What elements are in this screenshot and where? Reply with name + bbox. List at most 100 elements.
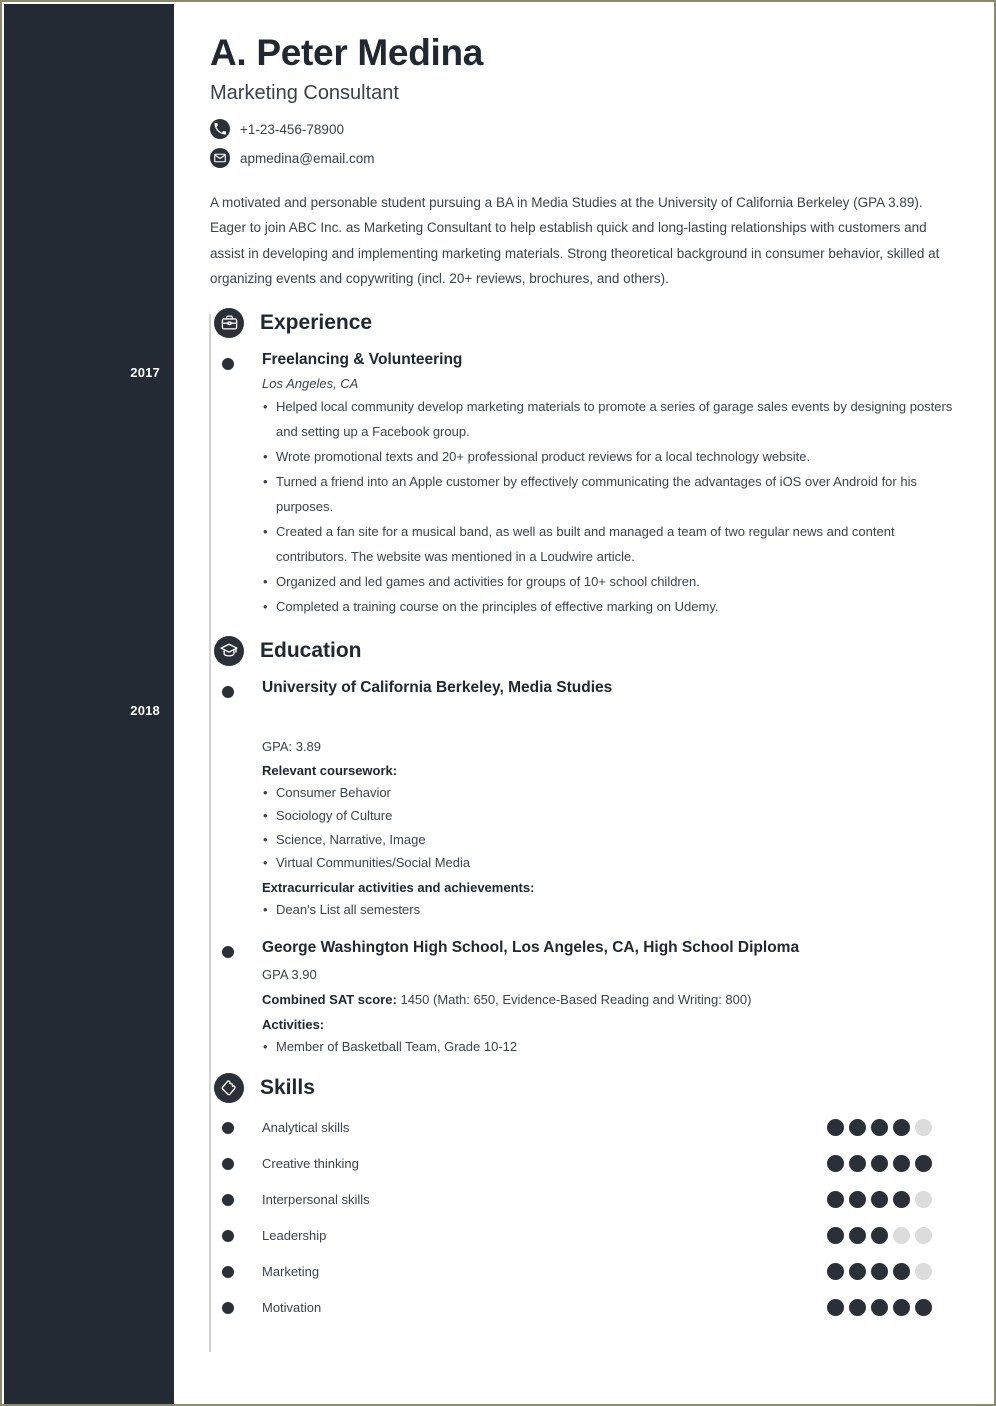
timeline-dot: [222, 686, 234, 698]
section-title-experience: Experience: [260, 310, 373, 334]
rating-dot: [827, 1191, 844, 1209]
list-item: Organized and led games and activities f…: [262, 570, 966, 595]
list-item: Sociology of Culture: [262, 805, 966, 826]
list-item: Completed a training course on the princ…: [262, 595, 966, 620]
coursework-list: Consumer BehaviorSociology of Culture Sci…: [262, 782, 966, 872]
skill-row: Analytical skills: [192, 1111, 966, 1145]
phone-icon: [210, 119, 230, 139]
skill-name: Analytical skills: [262, 1120, 350, 1136]
sidebar-year-experience: 2017: [130, 365, 160, 380]
skill-name: Creative thinking: [262, 1156, 359, 1172]
experience-bullets: Helped local community develop marketing…: [262, 395, 966, 620]
university-name: University of California Berkeley, Media…: [262, 679, 613, 696]
experience-entry: Freelancing & Volunteering Los Angeles, …: [192, 350, 966, 621]
sidebar-year-education: 2018: [130, 703, 160, 718]
section-header-skills: Skills: [192, 1071, 966, 1105]
rating-dot: [827, 1119, 844, 1137]
extracurricular-label: Extracurricular activities and achieveme…: [262, 879, 535, 895]
extracurricular-list: Dean's List all semesters: [262, 899, 966, 920]
skill-rating: [827, 1299, 932, 1317]
rating-dot: [915, 1155, 932, 1173]
education-entry-university: University of California Berkeley, Media…: [192, 678, 966, 920]
section-title-skills: Skills: [260, 1075, 315, 1099]
rating-dot: [893, 1299, 910, 1317]
contact-list: +1-23-456-78900 apmedina@email.com: [210, 119, 966, 168]
contact-email[interactable]: apmedina@email.com: [210, 148, 966, 168]
coursework-label: Relevant coursework:: [262, 763, 398, 779]
list-item: Created a fan site for a musical band, a…: [262, 520, 966, 570]
highschool-sat: Combined SAT score: 1450 (Math: 650, Evi…: [262, 990, 966, 1010]
rating-dot: [893, 1263, 910, 1281]
resume-content: A. Peter Medina Marketing Consultant +1-…: [174, 4, 994, 1404]
envelope-icon: [210, 148, 230, 168]
rating-dot: [893, 1155, 910, 1173]
timeline-dot: [222, 1301, 234, 1314]
rating-dot: [871, 1155, 888, 1173]
skill-row: Creative thinking: [192, 1147, 966, 1181]
skill-rating: [827, 1155, 932, 1173]
section-header-education: Education: [192, 634, 966, 668]
rating-dot: [871, 1299, 888, 1317]
list-item: Virtual Communities/Social Media: [262, 852, 966, 873]
skill-rating: [827, 1227, 932, 1245]
list-item: Turned a friend into an Apple customer b…: [262, 470, 966, 520]
timeline-dot: [222, 357, 234, 370]
highschool-gpa: GPA 3.90: [262, 966, 317, 982]
rating-dot: [849, 1227, 866, 1245]
education-entry-highschool: George Washington High School, Los Angel…: [192, 938, 966, 1057]
rating-dot: [915, 1191, 932, 1209]
sat-label: Combined SAT score:: [262, 992, 397, 1008]
rating-dot: [871, 1119, 888, 1137]
activities-list: Member of Basketball Team, Grade 10-12: [262, 1036, 966, 1057]
rating-dot: [893, 1119, 910, 1137]
skill-name: Leadership: [262, 1228, 327, 1244]
rating-dot: [915, 1263, 932, 1281]
skill-rating: [827, 1263, 932, 1281]
list-item: Wrote promotional texts and 20+ professi…: [262, 445, 966, 470]
briefcase-icon: [214, 307, 244, 338]
timeline-dot: [222, 1265, 234, 1278]
experience-job-title: Freelancing & Volunteering: [262, 350, 463, 368]
rating-dot: [849, 1119, 866, 1137]
job-title: Marketing Consultant: [210, 82, 399, 104]
rating-dot: [871, 1227, 888, 1245]
skill-row: Marketing: [192, 1255, 966, 1289]
skill-row: Interpersonal skills: [192, 1183, 966, 1217]
rating-dot: [827, 1227, 844, 1245]
rating-dot: [849, 1191, 866, 1209]
highschool-name: George Washington High School, Los Angel…: [262, 938, 800, 956]
contact-phone-value: +1-23-456-78900: [240, 121, 344, 137]
activities-label: Activities:: [262, 1016, 325, 1032]
rating-dot: [849, 1155, 866, 1173]
graduation-cap-icon: [214, 636, 244, 666]
list-item: Helped local community develop marketing…: [262, 395, 966, 445]
contact-email-value: apmedina@email.com: [240, 150, 375, 166]
rating-dot: [915, 1227, 932, 1245]
experience-location: Los Angeles, CA: [262, 376, 359, 392]
university-gpa: GPA: 3.89: [262, 738, 322, 754]
list-item: Consumer Behavior: [262, 782, 966, 803]
rating-dot: [871, 1191, 888, 1209]
timeline-dot: [222, 1121, 234, 1134]
sat-value: 1450 (Math: 650, Evidence-Based Reading …: [400, 992, 752, 1008]
sidebar-timeline-years: 2017 2018: [4, 4, 174, 1404]
rating-dot: [849, 1263, 866, 1281]
rating-dot: [827, 1155, 844, 1173]
rating-dot: [849, 1299, 866, 1317]
rating-dot: [915, 1299, 932, 1317]
skill-name: Marketing: [262, 1264, 320, 1280]
rating-dot: [893, 1227, 910, 1245]
list-item: Member of Basketball Team, Grade 10-12: [262, 1036, 966, 1057]
rating-dot: [915, 1119, 932, 1137]
list-item: Dean's List all semesters: [262, 899, 966, 920]
contact-phone[interactable]: +1-23-456-78900: [210, 119, 966, 139]
timeline-dot: [222, 1229, 234, 1242]
timeline-dot: [222, 1193, 234, 1206]
skill-rating: [827, 1119, 932, 1137]
professional-summary: A motivated and personable student pursu…: [210, 195, 940, 287]
skill-row: Leadership: [192, 1219, 966, 1253]
skill-name: Motivation: [262, 1300, 322, 1316]
list-item: Science, Narrative, Image: [262, 829, 966, 850]
skill-row: Motivation: [192, 1291, 966, 1325]
puzzle-piece-icon: [214, 1072, 244, 1103]
